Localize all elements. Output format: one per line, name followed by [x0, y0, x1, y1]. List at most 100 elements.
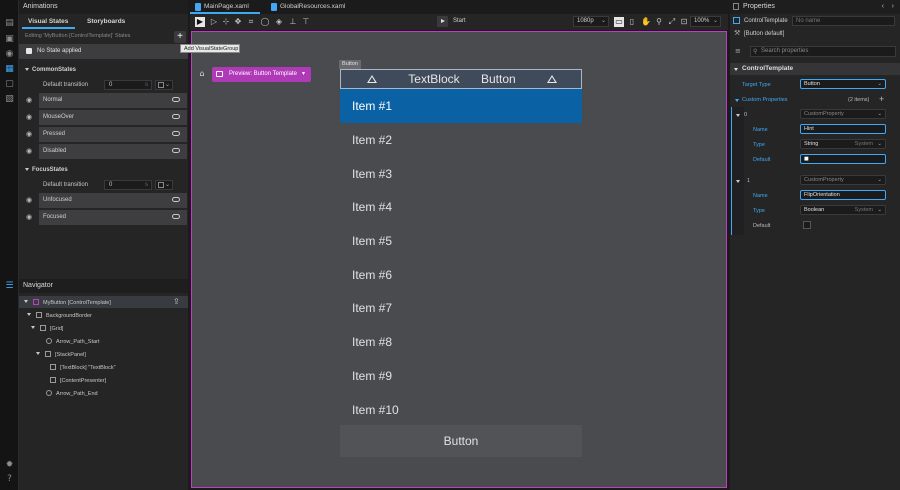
state-row[interactable]: Disabled	[39, 144, 187, 159]
state-row[interactable]: MouseOver	[39, 110, 187, 125]
list-item[interactable]: Item #5	[340, 224, 582, 258]
group-header[interactable]: FocusStates	[25, 167, 68, 173]
paint-icon[interactable]: ◈	[274, 17, 284, 27]
zoom-dropdown[interactable]: 100% ⌄	[690, 16, 721, 27]
list-item[interactable]: Item #6	[340, 258, 582, 292]
custom-properties-label[interactable]: Custom Properties	[742, 97, 788, 103]
tree-node[interactable]: [ContentPresenter]	[50, 377, 106, 384]
export-icon[interactable]: ⇪	[173, 297, 180, 306]
animations-icon[interactable]: ▦	[4, 64, 15, 75]
direct-select-icon[interactable]: ▷	[209, 17, 219, 27]
tree-node[interactable]: [Grid]	[31, 325, 63, 332]
button-header[interactable]: TextBlock Button	[340, 69, 582, 89]
doc-tab-globalresources[interactable]: GlobalResources.xaml	[266, 0, 356, 14]
transition-input[interactable]: 0s	[104, 180, 152, 190]
actual-size-icon[interactable]: ⊡	[679, 17, 689, 27]
resources-icon[interactable]: ▢	[4, 79, 15, 90]
zoom-icon[interactable]: ⚲	[654, 17, 664, 27]
link-icon[interactable]	[172, 148, 180, 153]
eye-icon[interactable]: ◉	[26, 114, 33, 121]
type-dropdown[interactable]: Boolean System ⌄	[800, 205, 886, 215]
collapse-icon[interactable]	[736, 114, 740, 117]
tree-node[interactable]: MyButton [ControlTemplate]	[24, 299, 111, 306]
tree-node[interactable]: [TextBlock] "TextBlock"	[50, 364, 116, 371]
link-icon[interactable]	[172, 197, 180, 202]
link-icon[interactable]	[172, 214, 180, 219]
list-item[interactable]: Item #9	[340, 359, 582, 393]
link-icon[interactable]	[172, 97, 180, 102]
transform-icon[interactable]: ⌗	[246, 17, 256, 27]
name-field[interactable]: Hint	[800, 124, 886, 134]
no-state-checkbox[interactable]	[26, 48, 32, 54]
collapse-icon[interactable]	[736, 180, 740, 183]
link-icon[interactable]	[172, 131, 180, 136]
bug-icon[interactable]: ✹	[4, 460, 15, 471]
chevron-left-icon[interactable]: ‹	[882, 0, 884, 14]
list-item[interactable]: Item #4	[340, 190, 582, 224]
eye-icon[interactable]: ◉	[26, 214, 33, 221]
collapse-icon[interactable]	[735, 99, 739, 102]
list-item[interactable]: Item #7	[340, 291, 582, 325]
help-icon[interactable]: ?	[4, 474, 15, 485]
resolution-dropdown[interactable]: 1080p ⌄	[573, 16, 609, 27]
add-visual-state-group-button[interactable]: +	[174, 31, 186, 43]
add-element-icon[interactable]: ⊹	[221, 17, 231, 27]
section-header[interactable]: ControlTemplate	[730, 63, 900, 75]
tab-storyboards[interactable]: Storyboards	[87, 14, 125, 29]
list-item[interactable]: Item #10	[340, 393, 582, 427]
list-item[interactable]: Item #3	[340, 157, 582, 191]
layers-icon[interactable]: ▤	[4, 18, 15, 29]
home-icon[interactable]: ⌂	[196, 68, 208, 80]
design-canvas[interactable]: ⌂ Preview: Button Template ▾ Button TextB…	[191, 31, 727, 488]
eye-icon[interactable]: ◉	[26, 197, 33, 204]
tree-node[interactable]: BackgroundBorder	[27, 312, 92, 319]
desktop-icon[interactable]: ▭	[614, 17, 624, 27]
doc-tab-mainpage[interactable]: MainPage.xaml	[190, 0, 260, 14]
list-item[interactable]: Item #8	[340, 325, 582, 359]
list-item[interactable]: Item #1	[340, 89, 582, 123]
state-row[interactable]: Focused	[39, 210, 187, 225]
chevron-right-icon[interactable]: ›	[892, 0, 894, 14]
entry-kind-dropdown[interactable]: CustomProperty ⌄	[800, 109, 886, 119]
eye-icon[interactable]: ◉	[26, 131, 33, 138]
ellipse-icon[interactable]: ◯	[260, 17, 270, 27]
easing-dropdown[interactable]: ⌄	[155, 180, 173, 190]
type-dropdown[interactable]: String System ⌄	[800, 139, 886, 149]
eye-icon[interactable]: ◉	[26, 148, 33, 155]
hand-icon[interactable]: ✋	[641, 17, 651, 27]
target-type-dropdown[interactable]: Button ⌄	[800, 79, 886, 89]
assets-icon[interactable]: ▣	[4, 34, 15, 45]
name-field[interactable]: FlipOrientation	[800, 190, 886, 200]
eye-icon[interactable]: ◉	[26, 97, 33, 104]
transition-input[interactable]: 0s	[104, 80, 152, 90]
entry-kind-dropdown[interactable]: CustomProperty ⌄	[800, 175, 886, 185]
mobile-icon[interactable]: ▯	[627, 17, 637, 27]
move-icon[interactable]: ✥	[233, 17, 243, 27]
navigator-icon[interactable]: ☰	[4, 281, 15, 292]
link-icon[interactable]	[172, 114, 180, 119]
play-button[interactable]	[437, 16, 448, 27]
add-custom-property-button[interactable]: +	[879, 94, 884, 104]
fit-icon[interactable]: ⤢	[667, 17, 677, 27]
data-icon[interactable]: ▧	[4, 94, 15, 105]
state-row[interactable]: Pressed	[39, 127, 187, 142]
align-icon[interactable]: ⊥	[288, 17, 298, 27]
state-row[interactable]: Unfocused	[39, 193, 187, 208]
filter-icon[interactable]: ≡	[735, 47, 741, 55]
select-tool-icon[interactable]: ▶	[195, 17, 205, 27]
preview-button[interactable]: Button	[340, 425, 582, 457]
tree-node[interactable]: Arrow_Path_Start	[46, 338, 99, 345]
state-row[interactable]: Normal	[39, 93, 187, 108]
template-selector[interactable]: Preview: Button Template ▾	[212, 67, 311, 82]
tree-node[interactable]: [StackPanel]	[36, 351, 86, 358]
distribute-icon[interactable]: ⊤	[301, 17, 311, 27]
no-state-row[interactable]: No State applied	[19, 44, 188, 59]
tree-node[interactable]: Arrow_Path_End	[46, 390, 98, 397]
name-input[interactable]: No name	[792, 16, 895, 26]
group-header[interactable]: CommonStates	[25, 67, 76, 73]
search-properties-input[interactable]: ⚲ Search properties	[750, 46, 896, 57]
default-field[interactable]: ■	[800, 154, 886, 164]
list-item[interactable]: Item #2	[340, 123, 582, 157]
palette-icon[interactable]: ◉	[4, 49, 15, 60]
easing-dropdown[interactable]: ⌄	[155, 80, 173, 90]
